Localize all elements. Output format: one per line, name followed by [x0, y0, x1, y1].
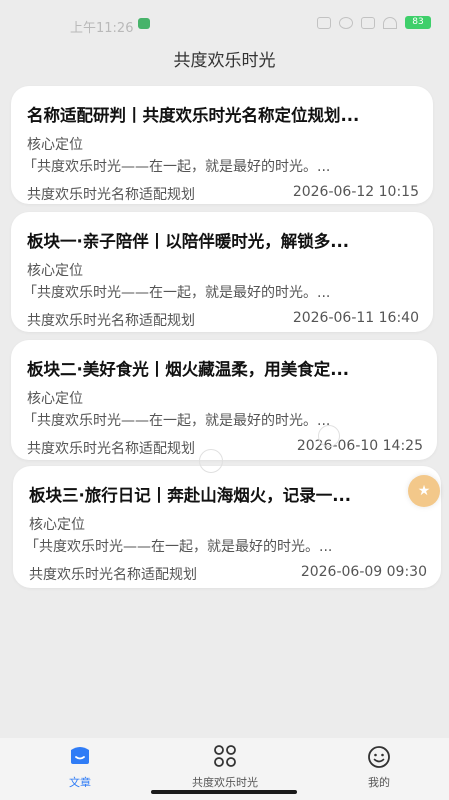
- article-label: 核心定位: [29, 517, 85, 533]
- app-notification-icon: [138, 18, 150, 29]
- dnd-moon-icon: [339, 16, 353, 29]
- wifi-icon: [383, 16, 397, 29]
- article-excerpt: 「共度欢乐时光——在一起，就是最好的时光。...: [23, 413, 331, 429]
- smiley-profile-icon: [366, 744, 392, 774]
- sim-icon: [361, 16, 375, 29]
- article-excerpt: 「共度欢乐时光——在一起，就是最好的时光。...: [25, 539, 333, 555]
- page-title: 共度欢乐时光: [173, 51, 276, 71]
- tab-label: 共度欢乐时光: [192, 776, 258, 789]
- status-icons: 83: [317, 16, 431, 29]
- article-card[interactable]: 板块二·美好食光丨烟火藏温柔，用美食定... 核心定位 「共度欢乐时光——在一起…: [11, 340, 437, 460]
- article-time: 2026-06-11 16:40: [292, 310, 419, 326]
- article-label: 核心定位: [27, 263, 83, 279]
- page-header: 共度欢乐时光: [0, 40, 449, 76]
- grid-apps-icon: [212, 744, 238, 772]
- article-icon: [68, 744, 92, 770]
- article-title: 名称适配研判丨共度欢乐时光名称定位规划...: [27, 106, 360, 125]
- article-time: 2026-06-10 14:25: [296, 438, 423, 454]
- article-source: 共度欢乐时光名称适配规划: [29, 567, 197, 583]
- floating-star-button[interactable]: ★: [408, 475, 440, 507]
- tab-label: 我的: [368, 776, 390, 789]
- article-label: 核心定位: [27, 137, 83, 153]
- article-card[interactable]: 名称适配研判丨共度欢乐时光名称定位规划... 核心定位 「共度欢乐时光——在一起…: [11, 86, 433, 204]
- vibrate-icon: [317, 16, 331, 29]
- article-time: 2026-06-09 09:30: [300, 564, 427, 580]
- article-excerpt: 「共度欢乐时光——在一起，就是最好的时光。...: [23, 159, 331, 175]
- star-icon: ★: [417, 483, 431, 499]
- tab-label: 文章: [69, 776, 91, 789]
- status-bar: 上午11:26 83: [0, 0, 449, 40]
- article-source: 共度欢乐时光名称适配规划: [27, 441, 195, 457]
- article-card[interactable]: 板块三·旅行日记丨奔赴山海烟火，记录一... 核心定位 「共度欢乐时光——在一起…: [13, 466, 441, 588]
- home-indicator[interactable]: [151, 790, 297, 794]
- article-title: 板块一·亲子陪伴丨以陪伴暖时光，解锁多...: [27, 232, 350, 251]
- tab-profile[interactable]: 我的: [324, 738, 434, 800]
- article-source: 共度欢乐时光名称适配规划: [27, 313, 195, 329]
- article-title: 板块三·旅行日记丨奔赴山海烟火，记录一...: [29, 486, 352, 505]
- touch-ripple: [318, 425, 340, 447]
- article-card[interactable]: 板块一·亲子陪伴丨以陪伴暖时光，解锁多... 核心定位 「共度欢乐时光——在一起…: [11, 212, 433, 332]
- article-excerpt: 「共度欢乐时光——在一起，就是最好的时光。...: [23, 285, 331, 301]
- battery-icon: 83: [405, 16, 431, 29]
- article-label: 核心定位: [27, 391, 83, 407]
- status-time: 上午11:26: [70, 21, 134, 36]
- article-title: 板块二·美好食光丨烟火藏温柔，用美食定...: [27, 360, 350, 379]
- tab-articles[interactable]: 文章: [25, 738, 135, 800]
- article-time: 2026-06-12 10:15: [292, 184, 419, 200]
- article-source: 共度欢乐时光名称适配规划: [27, 187, 195, 203]
- touch-ripple: [199, 449, 223, 473]
